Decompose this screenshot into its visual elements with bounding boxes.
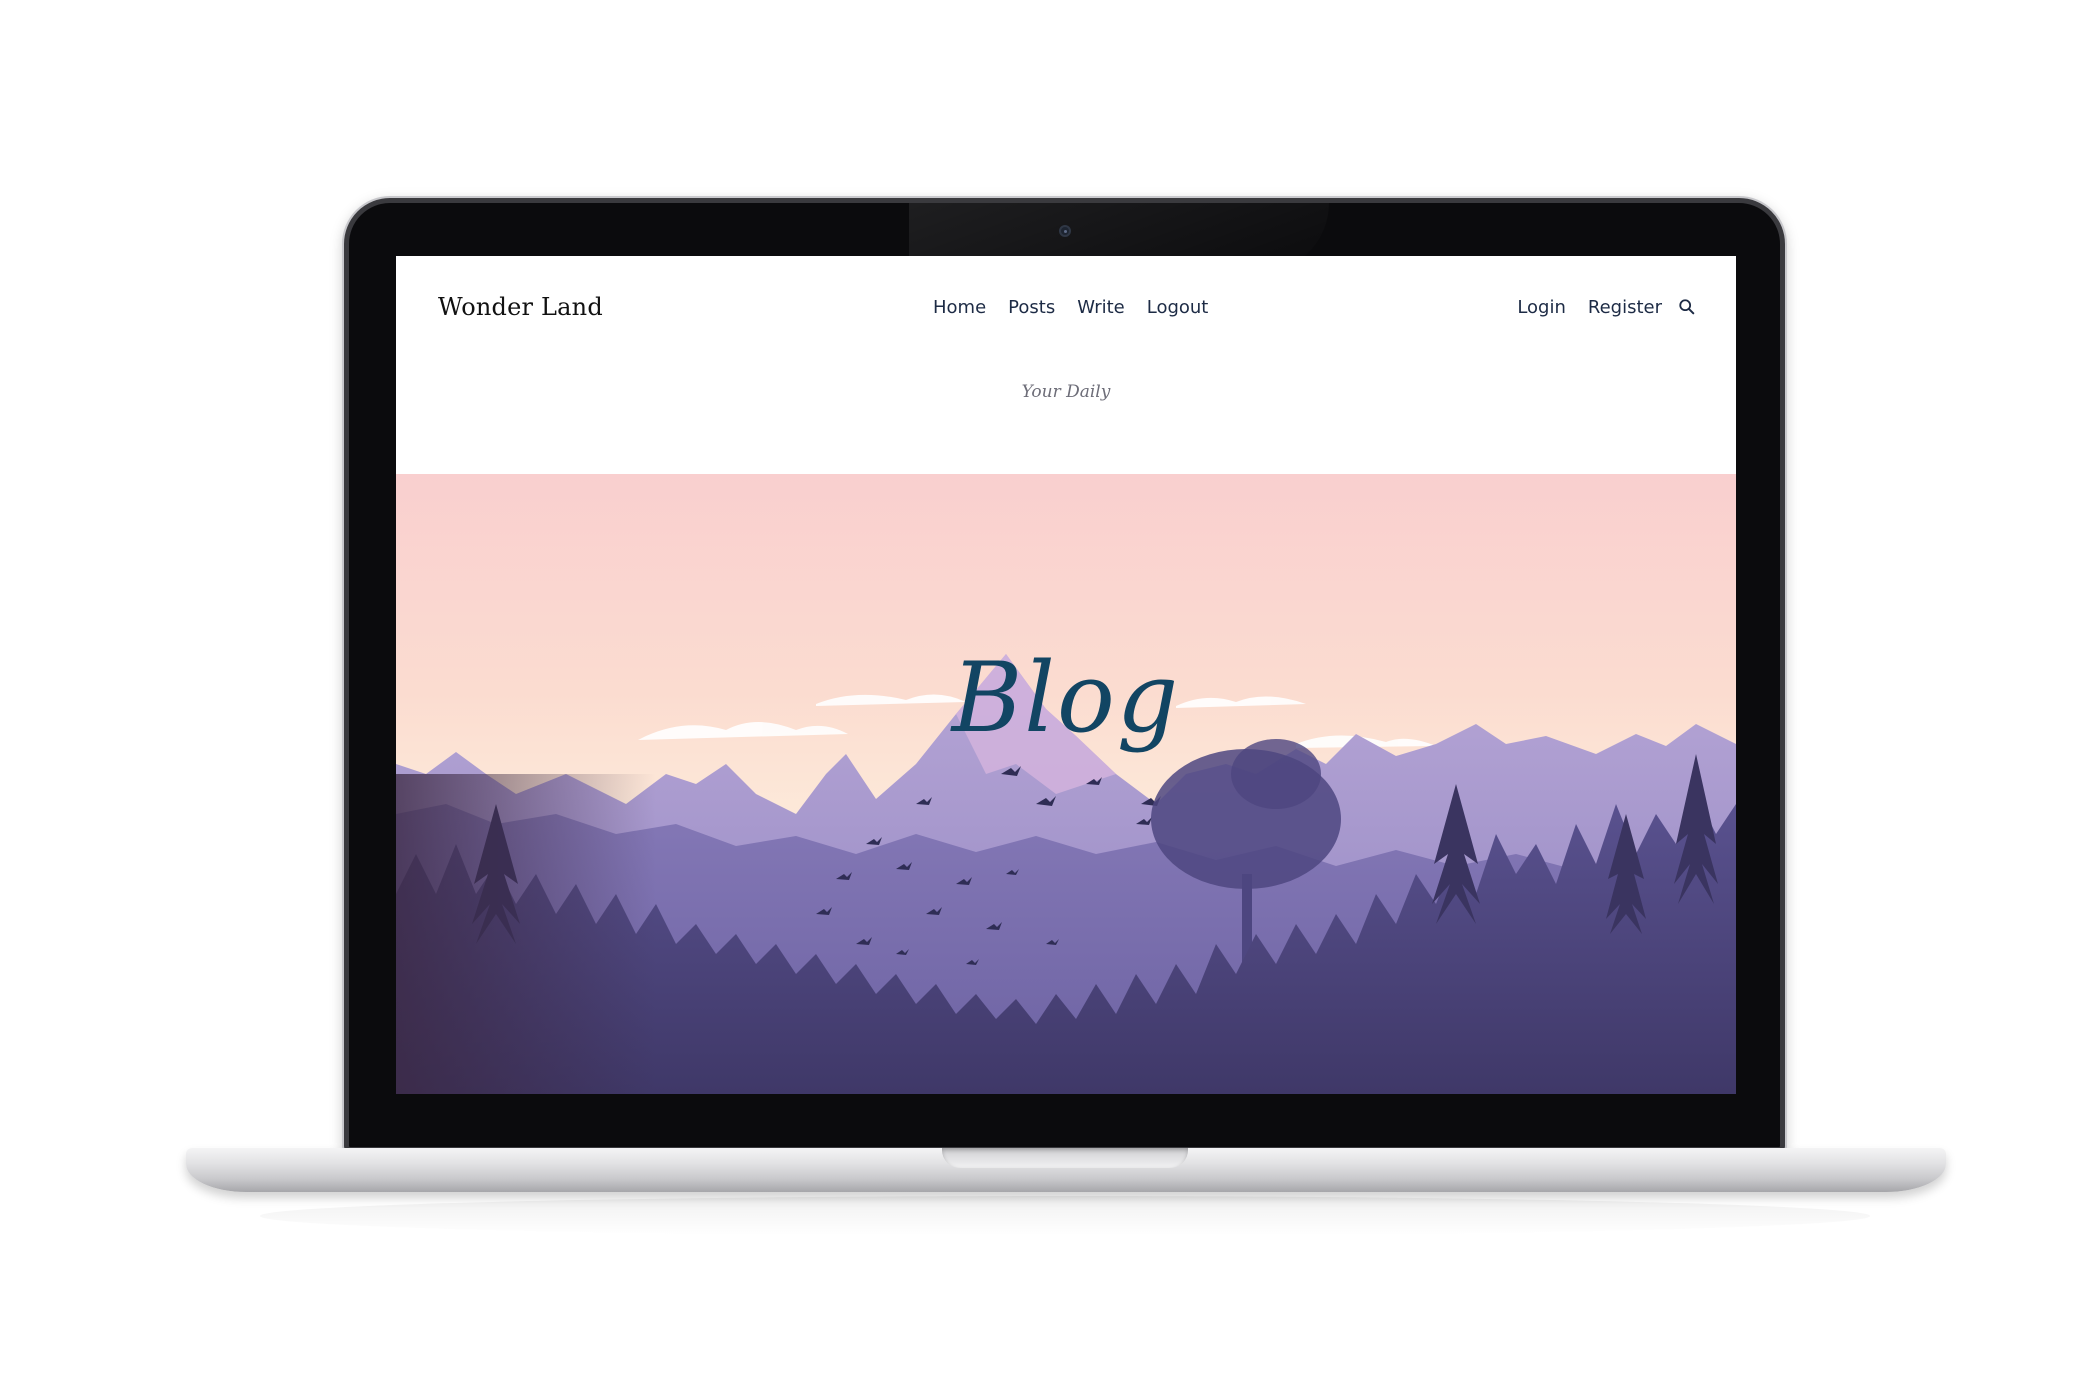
top-navbar: Wonder Land Home Posts Write Logout Logi…	[396, 256, 1736, 358]
nav-home[interactable]: Home	[933, 297, 986, 318]
laptop-notch	[942, 1148, 1188, 1168]
nav-write[interactable]: Write	[1077, 297, 1125, 318]
site-logo[interactable]: Wonder Land	[438, 293, 603, 321]
nav-posts[interactable]: Posts	[1008, 297, 1055, 318]
mountain-landscape-illustration	[396, 654, 1736, 1094]
hero-banner: Blog	[396, 474, 1736, 1094]
nav-register[interactable]: Register	[1588, 297, 1662, 318]
browser-screen: Blog Wonder Land Home Posts Write Logout…	[396, 256, 1736, 1094]
nav-login[interactable]: Login	[1517, 297, 1566, 318]
camera-icon	[1059, 225, 1071, 237]
laptop-shadow	[260, 1196, 1870, 1236]
nav-logout[interactable]: Logout	[1147, 297, 1209, 318]
main-nav: Home Posts Write Logout	[933, 256, 1208, 358]
search-icon[interactable]	[1678, 298, 1696, 316]
auth-nav: Login Register	[1517, 297, 1696, 318]
hero-title: Blog	[951, 642, 1181, 754]
hero-tagline: Your Daily	[1021, 382, 1111, 402]
